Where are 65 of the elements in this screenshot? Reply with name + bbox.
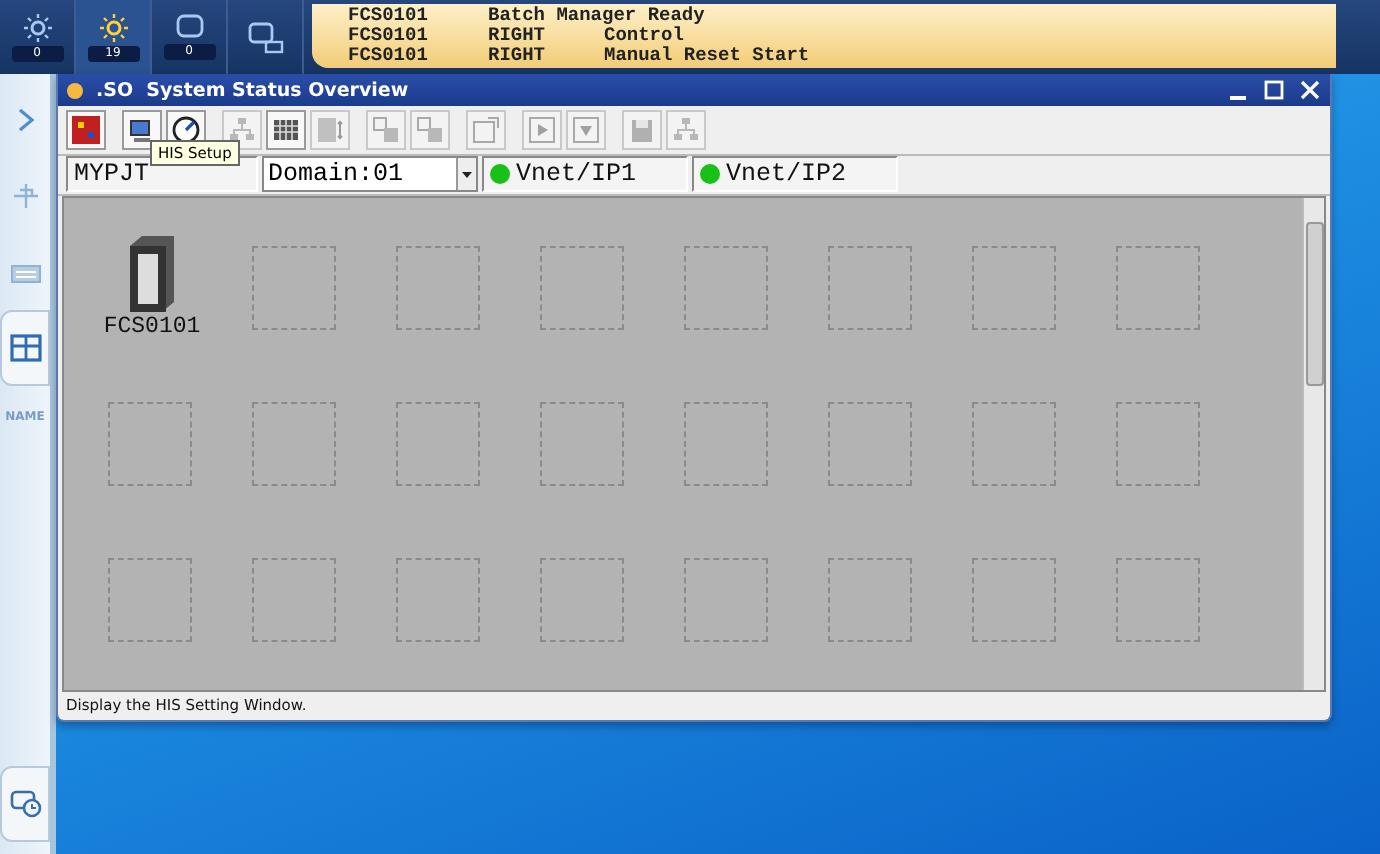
save-icon (628, 115, 656, 144)
monitor-icon (128, 115, 156, 144)
message-station: FCS0101 (348, 26, 430, 46)
network-label: Vnet/IP2 (726, 160, 847, 189)
grid-icon (9, 334, 41, 362)
keyboard-icon (9, 260, 41, 284)
message-text: Control (604, 26, 686, 46)
table-icon (272, 115, 300, 144)
domain-dropdown[interactable]: Domain:01 (262, 156, 478, 193)
empty-slot (540, 246, 624, 331)
toolbar-button[interactable] (266, 109, 306, 150)
empty-slot (108, 402, 192, 487)
window-icon (472, 115, 500, 144)
tree-icon (228, 115, 256, 144)
message-station: FCS0101 (348, 46, 430, 66)
tree-icon (672, 115, 700, 144)
station-label: FCS0101 (103, 314, 201, 341)
empty-slot (396, 246, 480, 331)
sidebar-button[interactable] (0, 766, 50, 842)
empty-slot (828, 246, 912, 331)
colored-grid-icon (72, 115, 100, 144)
message-text: Manual Reset Start (604, 46, 812, 66)
panel-icon (316, 115, 344, 144)
empty-slot (252, 246, 336, 331)
play-icon (528, 115, 556, 144)
empty-slot (396, 402, 480, 487)
empty-slot (540, 402, 624, 487)
empty-slot (1116, 402, 1200, 487)
minimize-icon (1230, 96, 1246, 101)
clock-icon (9, 790, 41, 818)
toolbar-button[interactable] (122, 109, 162, 150)
empty-slot (108, 558, 192, 643)
split-icon (372, 115, 400, 144)
empty-slot (684, 402, 768, 487)
empty-slot (828, 558, 912, 643)
empty-slot (684, 246, 768, 331)
maximize-button[interactable] (1262, 78, 1286, 103)
status-light-icon (66, 81, 84, 100)
empty-slot (540, 558, 624, 643)
window-title: .SO System Status Overview (96, 79, 411, 102)
empty-slot (252, 402, 336, 487)
gauge-icon (172, 115, 200, 144)
message-station: FCS0101 (348, 6, 430, 26)
light-icon (21, 13, 53, 41)
sidebar-item[interactable] (0, 310, 50, 386)
empty-slot (396, 558, 480, 643)
close-button[interactable] (1298, 78, 1322, 103)
split-icon (416, 115, 444, 144)
empty-slot (972, 246, 1056, 331)
empty-slot (972, 402, 1056, 487)
empty-slot (828, 402, 912, 487)
empty-slot (972, 558, 1056, 643)
message-text: Batch Manager Ready (488, 6, 707, 26)
empty-slot (252, 558, 336, 643)
close-icon (1300, 80, 1320, 101)
empty-slot (1116, 246, 1200, 331)
message-text: RIGHT (488, 46, 548, 66)
warning-light-icon (97, 13, 129, 41)
empty-slot (684, 558, 768, 643)
network-label: Vnet/IP1 (516, 160, 637, 189)
chevron-right-icon (15, 108, 35, 132)
toolbar-button[interactable] (66, 109, 106, 150)
message-text: RIGHT (488, 26, 548, 46)
maximize-icon (1264, 80, 1284, 101)
empty-slot (1116, 558, 1200, 643)
